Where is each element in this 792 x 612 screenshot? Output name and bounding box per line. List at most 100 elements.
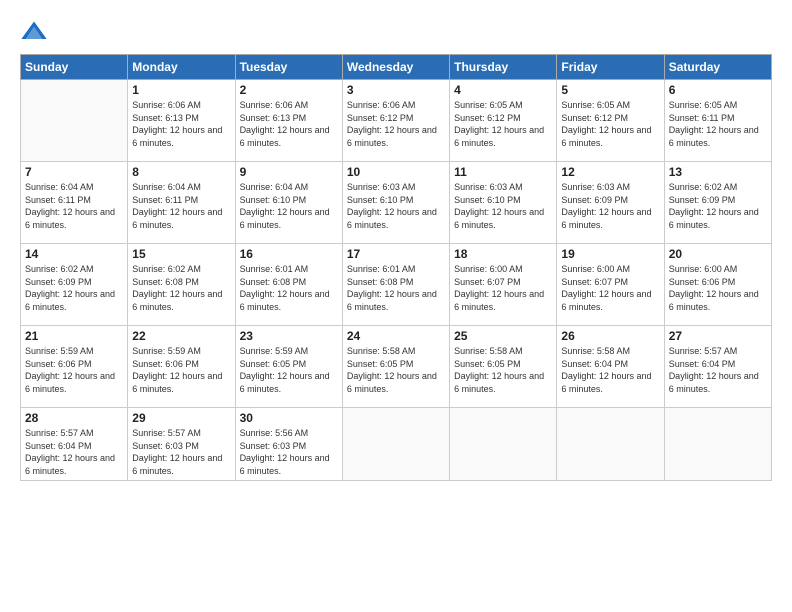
day-info: Sunrise: 6:04 AMSunset: 6:11 PMDaylight:…: [132, 181, 230, 231]
calendar-cell: 12Sunrise: 6:03 AMSunset: 6:09 PMDayligh…: [557, 162, 664, 244]
sunrise-text: Sunrise: 5:59 AM: [132, 345, 230, 358]
day-number: 24: [347, 329, 445, 343]
calendar-cell: 21Sunrise: 5:59 AMSunset: 6:06 PMDayligh…: [21, 326, 128, 408]
daylight-text-2: 6 minutes.: [240, 465, 338, 478]
sunrise-text: Sunrise: 5:57 AM: [669, 345, 767, 358]
daylight-text: Daylight: 12 hours and: [347, 124, 445, 137]
sunrise-text: Sunrise: 6:06 AM: [132, 99, 230, 112]
sunrise-text: Sunrise: 5:59 AM: [240, 345, 338, 358]
sunset-text: Sunset: 6:07 PM: [454, 276, 552, 289]
day-number: 28: [25, 411, 123, 425]
calendar-cell: [557, 408, 664, 481]
day-number: 14: [25, 247, 123, 261]
daylight-text-2: 6 minutes.: [561, 137, 659, 150]
calendar-cell: [342, 408, 449, 481]
day-info: Sunrise: 5:56 AMSunset: 6:03 PMDaylight:…: [240, 427, 338, 477]
daylight-text-2: 6 minutes.: [25, 219, 123, 232]
calendar-header-saturday: Saturday: [664, 55, 771, 80]
day-info: Sunrise: 6:03 AMSunset: 6:10 PMDaylight:…: [454, 181, 552, 231]
day-number: 3: [347, 83, 445, 97]
daylight-text: Daylight: 12 hours and: [25, 452, 123, 465]
sunset-text: Sunset: 6:08 PM: [132, 276, 230, 289]
sunset-text: Sunset: 6:13 PM: [240, 112, 338, 125]
daylight-text: Daylight: 12 hours and: [669, 206, 767, 219]
daylight-text: Daylight: 12 hours and: [25, 370, 123, 383]
calendar-cell: 20Sunrise: 6:00 AMSunset: 6:06 PMDayligh…: [664, 244, 771, 326]
day-info: Sunrise: 6:01 AMSunset: 6:08 PMDaylight:…: [240, 263, 338, 313]
sunset-text: Sunset: 6:09 PM: [25, 276, 123, 289]
day-info: Sunrise: 6:06 AMSunset: 6:13 PMDaylight:…: [132, 99, 230, 149]
logo-icon: [20, 18, 48, 46]
sunrise-text: Sunrise: 6:03 AM: [561, 181, 659, 194]
calendar-cell: 16Sunrise: 6:01 AMSunset: 6:08 PMDayligh…: [235, 244, 342, 326]
sunrise-text: Sunrise: 6:05 AM: [454, 99, 552, 112]
sunrise-text: Sunrise: 6:04 AM: [25, 181, 123, 194]
sunset-text: Sunset: 6:03 PM: [240, 440, 338, 453]
sunset-text: Sunset: 6:11 PM: [25, 194, 123, 207]
calendar-header-row: SundayMondayTuesdayWednesdayThursdayFrid…: [21, 55, 772, 80]
daylight-text: Daylight: 12 hours and: [454, 370, 552, 383]
sunset-text: Sunset: 6:08 PM: [240, 276, 338, 289]
daylight-text-2: 6 minutes.: [240, 137, 338, 150]
sunrise-text: Sunrise: 5:59 AM: [25, 345, 123, 358]
sunset-text: Sunset: 6:04 PM: [669, 358, 767, 371]
calendar-header-thursday: Thursday: [450, 55, 557, 80]
day-info: Sunrise: 6:04 AMSunset: 6:10 PMDaylight:…: [240, 181, 338, 231]
daylight-text-2: 6 minutes.: [561, 219, 659, 232]
daylight-text-2: 6 minutes.: [669, 383, 767, 396]
calendar-cell: 9 Sunrise: 6:04 AMSunset: 6:10 PMDaylight…: [235, 162, 342, 244]
daylight-text: Daylight: 12 hours and: [132, 206, 230, 219]
daylight-text-2: 6 minutes.: [240, 301, 338, 314]
daylight-text: Daylight: 12 hours and: [454, 206, 552, 219]
calendar-header-tuesday: Tuesday: [235, 55, 342, 80]
daylight-text: Daylight: 12 hours and: [454, 124, 552, 137]
calendar-cell: 26 Sunrise: 5:58 AMSunset: 6:04 PMDayligh…: [557, 326, 664, 408]
calendar-week-row: 14Sunrise: 6:02 AMSunset: 6:09 PMDayligh…: [21, 244, 772, 326]
sunset-text: Sunset: 6:11 PM: [669, 112, 767, 125]
day-number: 10: [347, 165, 445, 179]
day-info: Sunrise: 5:57 AMSunset: 6:03 PMDaylight:…: [132, 427, 230, 477]
calendar-cell: 28Sunrise: 5:57 AMSunset: 6:04 PMDayligh…: [21, 408, 128, 481]
daylight-text: Daylight: 12 hours and: [240, 288, 338, 301]
daylight-text: Daylight: 12 hours and: [132, 288, 230, 301]
daylight-text: Daylight: 12 hours and: [240, 370, 338, 383]
day-info: Sunrise: 6:03 AMSunset: 6:10 PMDaylight:…: [347, 181, 445, 231]
calendar-cell: 29Sunrise: 5:57 AMSunset: 6:03 PMDayligh…: [128, 408, 235, 481]
calendar-cell: [21, 80, 128, 162]
day-number: 9: [240, 165, 338, 179]
day-info: Sunrise: 5:58 AMSunset: 6:05 PMDaylight:…: [347, 345, 445, 395]
sunset-text: Sunset: 6:08 PM: [347, 276, 445, 289]
calendar-cell: 15Sunrise: 6:02 AMSunset: 6:08 PMDayligh…: [128, 244, 235, 326]
daylight-text-2: 6 minutes.: [347, 383, 445, 396]
sunrise-text: Sunrise: 6:05 AM: [561, 99, 659, 112]
sunrise-text: Sunrise: 6:00 AM: [561, 263, 659, 276]
day-number: 12: [561, 165, 659, 179]
calendar-header-sunday: Sunday: [21, 55, 128, 80]
sunrise-text: Sunrise: 5:57 AM: [132, 427, 230, 440]
calendar-cell: [664, 408, 771, 481]
daylight-text: Daylight: 12 hours and: [454, 288, 552, 301]
day-info: Sunrise: 6:01 AMSunset: 6:08 PMDaylight:…: [347, 263, 445, 313]
daylight-text-2: 6 minutes.: [454, 219, 552, 232]
sunset-text: Sunset: 6:06 PM: [669, 276, 767, 289]
calendar-cell: 6Sunrise: 6:05 AMSunset: 6:11 PMDaylight…: [664, 80, 771, 162]
day-number: 8: [132, 165, 230, 179]
sunrise-text: Sunrise: 5:57 AM: [25, 427, 123, 440]
calendar-cell: 18Sunrise: 6:00 AMSunset: 6:07 PMDayligh…: [450, 244, 557, 326]
day-number: 26: [561, 329, 659, 343]
calendar-cell: 30Sunrise: 5:56 AMSunset: 6:03 PMDayligh…: [235, 408, 342, 481]
sunrise-text: Sunrise: 6:02 AM: [132, 263, 230, 276]
sunrise-text: Sunrise: 5:58 AM: [561, 345, 659, 358]
sunset-text: Sunset: 6:10 PM: [240, 194, 338, 207]
day-info: Sunrise: 6:00 AMSunset: 6:07 PMDaylight:…: [561, 263, 659, 313]
daylight-text: Daylight: 12 hours and: [669, 124, 767, 137]
sunrise-text: Sunrise: 6:02 AM: [25, 263, 123, 276]
daylight-text-2: 6 minutes.: [25, 383, 123, 396]
sunrise-text: Sunrise: 6:02 AM: [669, 181, 767, 194]
sunrise-text: Sunrise: 5:56 AM: [240, 427, 338, 440]
day-info: Sunrise: 5:59 AMSunset: 6:05 PMDaylight:…: [240, 345, 338, 395]
calendar-cell: 27Sunrise: 5:57 AMSunset: 6:04 PMDayligh…: [664, 326, 771, 408]
day-info: Sunrise: 5:58 AMSunset: 6:04 PMDaylight:…: [561, 345, 659, 395]
calendar-table: SundayMondayTuesdayWednesdayThursdayFrid…: [20, 54, 772, 481]
sunset-text: Sunset: 6:13 PM: [132, 112, 230, 125]
